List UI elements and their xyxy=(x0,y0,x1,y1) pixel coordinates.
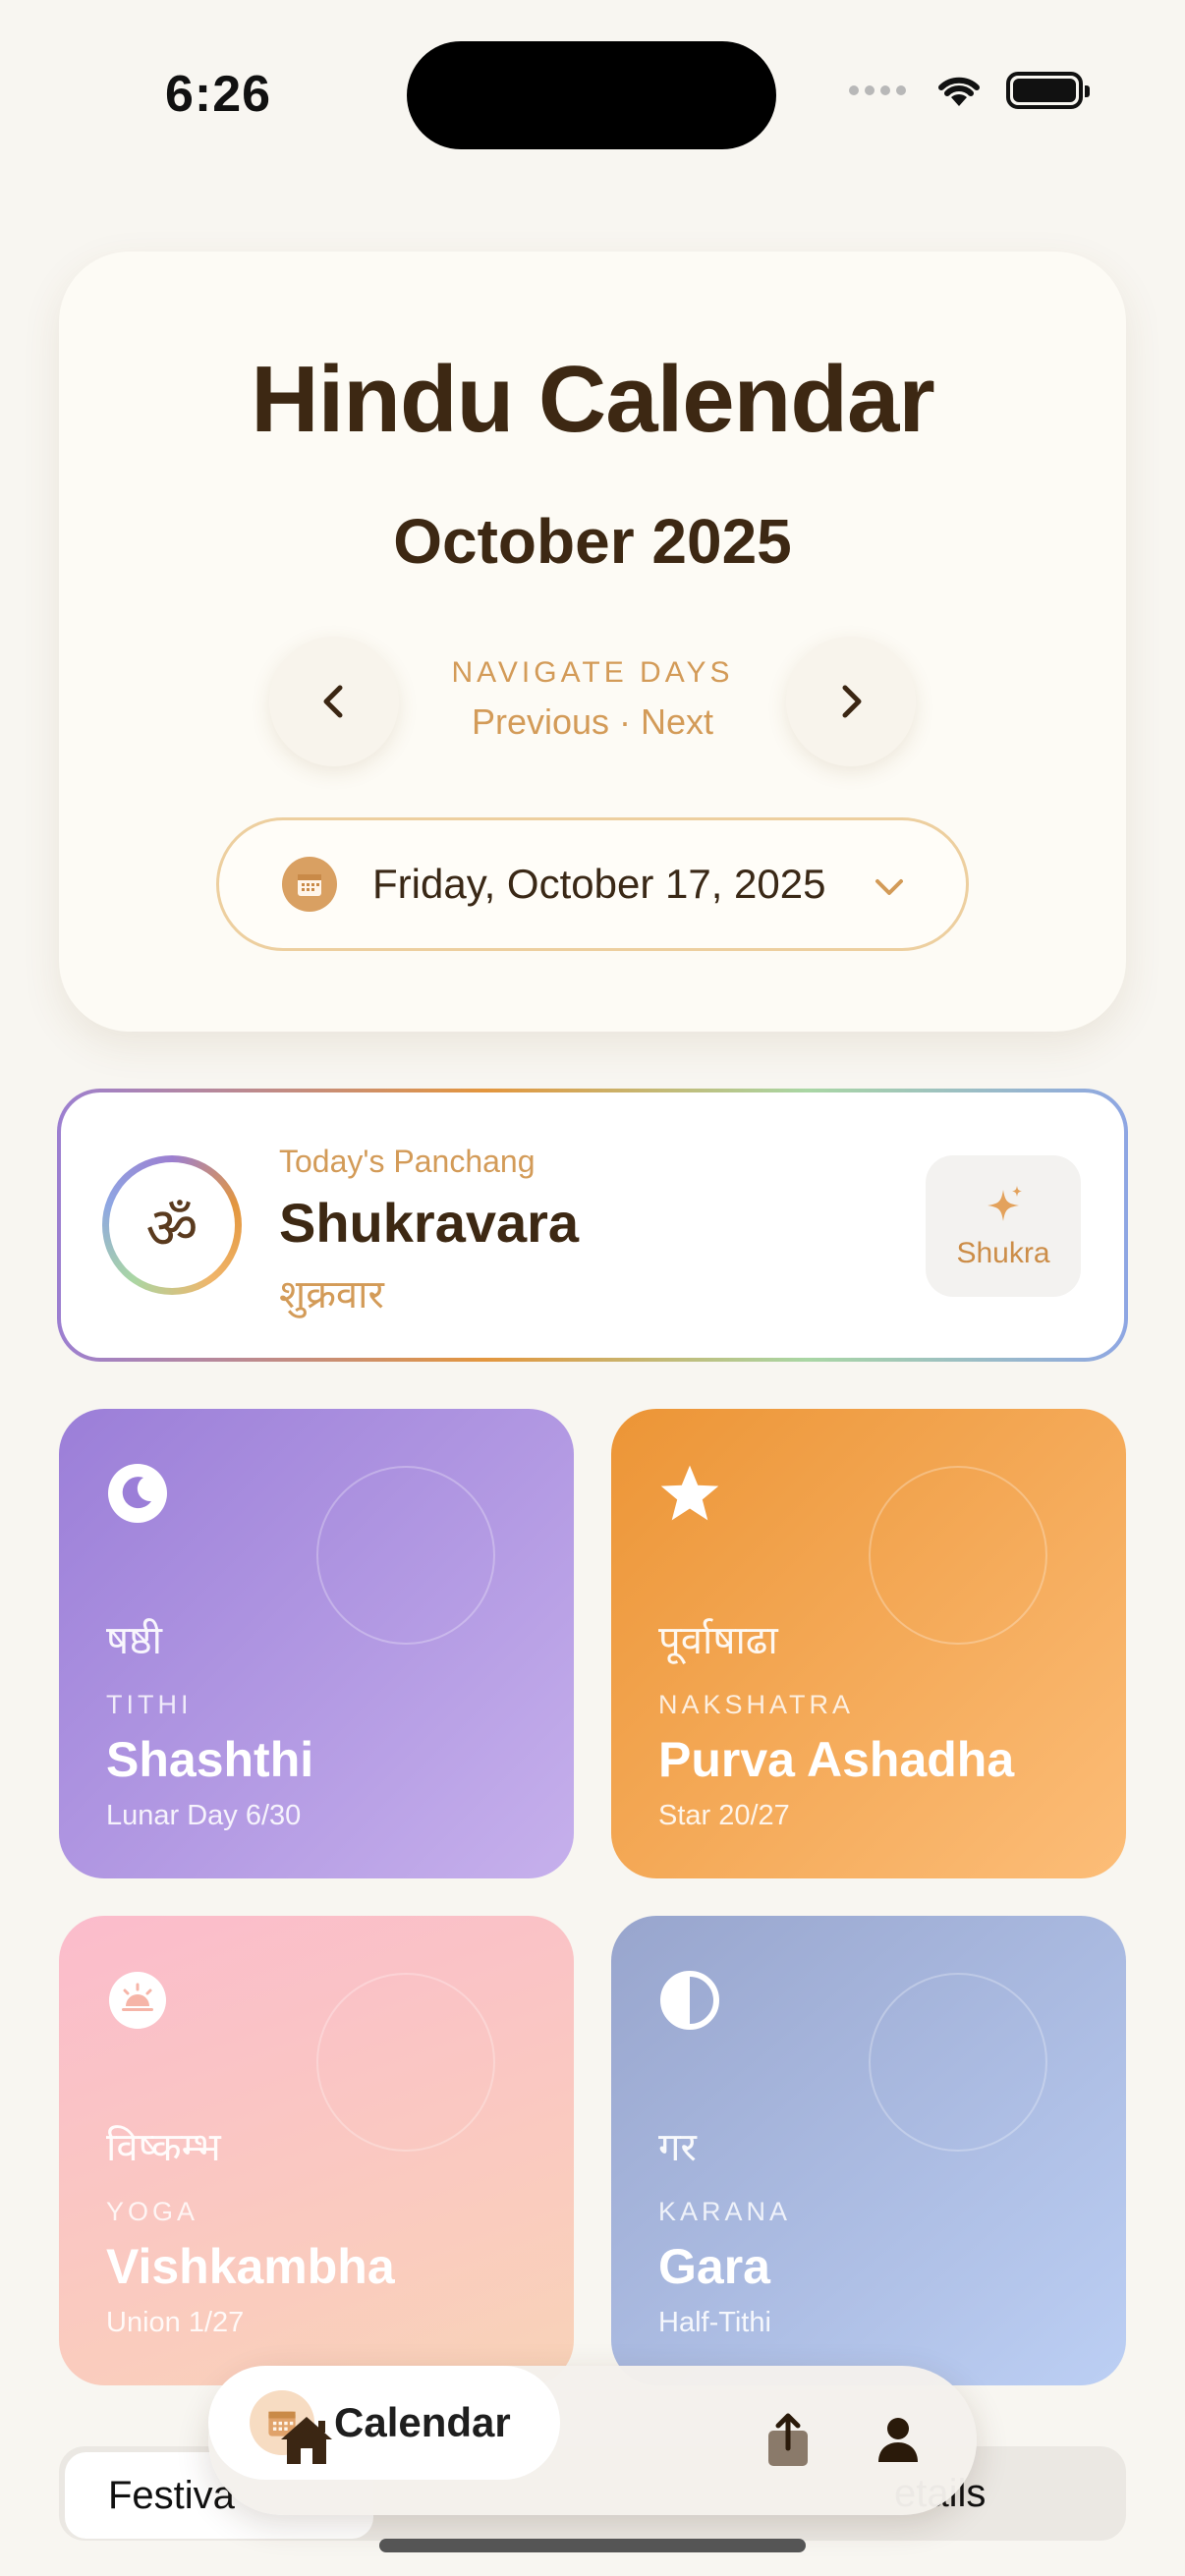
panchang-label: Today's Panchang xyxy=(279,1144,536,1179)
yoga-name: Vishkambha xyxy=(106,2239,395,2294)
decorative-circle xyxy=(316,1973,495,2152)
chevron-right-icon xyxy=(842,685,862,718)
home-indicator xyxy=(379,2539,806,2552)
weekday-name: Shukravara xyxy=(279,1192,580,1254)
yoga-detail: Union 1/27 xyxy=(106,2307,245,2338)
date-picker-button[interactable]: Friday, October 17, 2025 xyxy=(216,817,969,951)
battery-icon xyxy=(1006,72,1090,109)
share-icon xyxy=(768,2413,808,2466)
karana-detail: Half-Tithi xyxy=(658,2307,771,2338)
calendar-icon xyxy=(282,857,337,912)
month-title: October 2025 xyxy=(393,506,792,577)
sunrise-icon xyxy=(106,1969,169,2032)
tithi-name: Shashthi xyxy=(106,1732,314,1787)
tab-share[interactable] xyxy=(739,2366,837,2515)
header-card: Hindu Calendar October 2025 NAVIGATE DAY… xyxy=(59,252,1126,1032)
karana-devanagari: गर xyxy=(658,2125,697,2170)
tab-calendar-label: Calendar xyxy=(334,2399,511,2445)
half-circle-icon xyxy=(658,1969,721,2032)
tithi-card[interactable]: षष्ठी TITHI Shashthi Lunar Day 6/30 xyxy=(59,1409,574,1878)
planet-badge[interactable]: Shukra xyxy=(926,1155,1081,1297)
star-icon xyxy=(658,1462,721,1525)
nakshatra-devanagari: पूर्वाषाढा xyxy=(658,1618,778,1663)
yoga-card[interactable]: विष्कम्भ YOGA Vishkambha Union 1/27 xyxy=(59,1916,574,2385)
status-icons xyxy=(849,71,1090,110)
nakshatra-card[interactable]: पूर्वाषाढा NAKSHATRA Purva Ashadha Star … xyxy=(611,1409,1126,1878)
decorative-circle xyxy=(869,1466,1047,1645)
status-time: 6:26 xyxy=(165,66,272,123)
profile-icon xyxy=(878,2418,918,2462)
tab-profile[interactable] xyxy=(847,2366,949,2515)
karana-name: Gara xyxy=(658,2239,770,2294)
moon-icon xyxy=(106,1462,169,1525)
om-symbol: ॐ xyxy=(109,1162,235,1288)
karana-card[interactable]: गर KARANA Gara Half-Tithi xyxy=(611,1916,1126,2385)
home-icon xyxy=(281,2417,332,2464)
tithi-category: TITHI xyxy=(106,1690,193,1719)
yoga-category: YOGA xyxy=(106,2197,199,2226)
navigate-hint: Previous · Next xyxy=(471,701,714,742)
weekday-devanagari: शुक्रवार xyxy=(279,1272,384,1317)
panchang-card[interactable]: ॐ Today's Panchang Shukravara शुक्रवार S… xyxy=(57,1089,1128,1362)
yoga-devanagari: विष्कम्भ xyxy=(106,2125,221,2170)
om-icon: ॐ xyxy=(102,1155,242,1295)
tab-bar: Calendar xyxy=(208,2366,977,2515)
decorative-circle xyxy=(316,1466,495,1645)
planet-label: Shukra xyxy=(956,1237,1050,1269)
dynamic-island xyxy=(407,41,776,149)
signal-dots-icon xyxy=(849,85,906,95)
app-title: Hindu Calendar xyxy=(251,347,934,452)
nakshatra-detail: Star 20/27 xyxy=(658,1800,790,1831)
selected-date: Friday, October 17, 2025 xyxy=(372,861,826,907)
chevron-down-icon xyxy=(875,879,903,895)
wifi-icon xyxy=(938,77,980,106)
tab-home[interactable] xyxy=(255,2366,358,2515)
navigate-caption: NAVIGATE DAYS xyxy=(451,656,734,689)
tithi-devanagari: षष्ठी xyxy=(106,1618,163,1663)
nakshatra-name: Purva Ashadha xyxy=(658,1732,1015,1787)
next-day-button[interactable] xyxy=(786,637,916,766)
decorative-circle xyxy=(869,1973,1047,2152)
karana-category: KARANA xyxy=(658,2197,792,2226)
sparkle-icon xyxy=(988,1186,1022,1221)
nakshatra-category: NAKSHATRA xyxy=(658,1690,855,1719)
tithi-detail: Lunar Day 6/30 xyxy=(106,1800,302,1831)
